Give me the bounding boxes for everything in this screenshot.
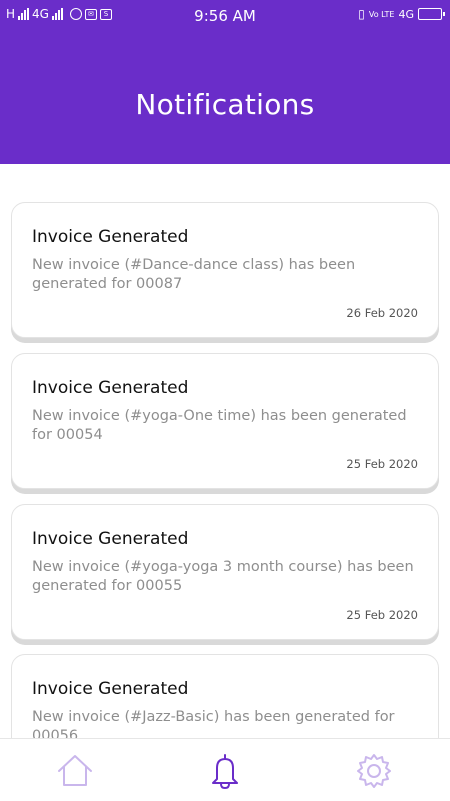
bottom-nav	[0, 738, 450, 801]
notification-date: 25 Feb 2020	[346, 457, 418, 471]
notification-title: Invoice Generated	[32, 529, 189, 549]
page-title: Notifications	[135, 88, 315, 121]
nav-notifications[interactable]	[205, 751, 245, 791]
gear-icon	[357, 754, 391, 788]
network-right-label: 4G	[398, 7, 414, 21]
vibrate-icon: ▯	[358, 7, 365, 21]
status-right: ▯ Vo LTE 4G	[358, 7, 445, 21]
bell-icon	[212, 754, 238, 789]
app-header: Notifications	[0, 32, 450, 164]
nav-home[interactable]	[55, 751, 95, 791]
notification-title: Invoice Generated	[32, 227, 189, 247]
home-icon	[58, 755, 92, 786]
notification-card[interactable]: Invoice Generated New invoice (#yoga-One…	[11, 353, 439, 489]
notification-card[interactable]: Invoice Generated New invoice (#yoga-yog…	[11, 504, 439, 640]
notification-card[interactable]: Invoice Generated New invoice (#Dance-da…	[11, 202, 439, 338]
notification-title: Invoice Generated	[32, 378, 189, 398]
notification-body: New invoice (#yoga-One time) has been ge…	[32, 408, 407, 443]
nav-settings[interactable]	[354, 751, 394, 791]
notification-date: 25 Feb 2020	[346, 608, 418, 622]
notification-body: New invoice (#Dance-dance class) has bee…	[32, 257, 356, 292]
battery-icon	[418, 8, 445, 20]
notification-date: 26 Feb 2020	[346, 306, 418, 320]
notification-title: Invoice Generated	[32, 679, 189, 699]
volte-label: Vo LTE	[368, 9, 395, 19]
notification-body: New invoice (#yoga-yoga 3 month course) …	[32, 559, 414, 594]
status-bar: H 4G ✉ S 9:56 AM ▯ Vo LTE 4G	[0, 0, 450, 32]
